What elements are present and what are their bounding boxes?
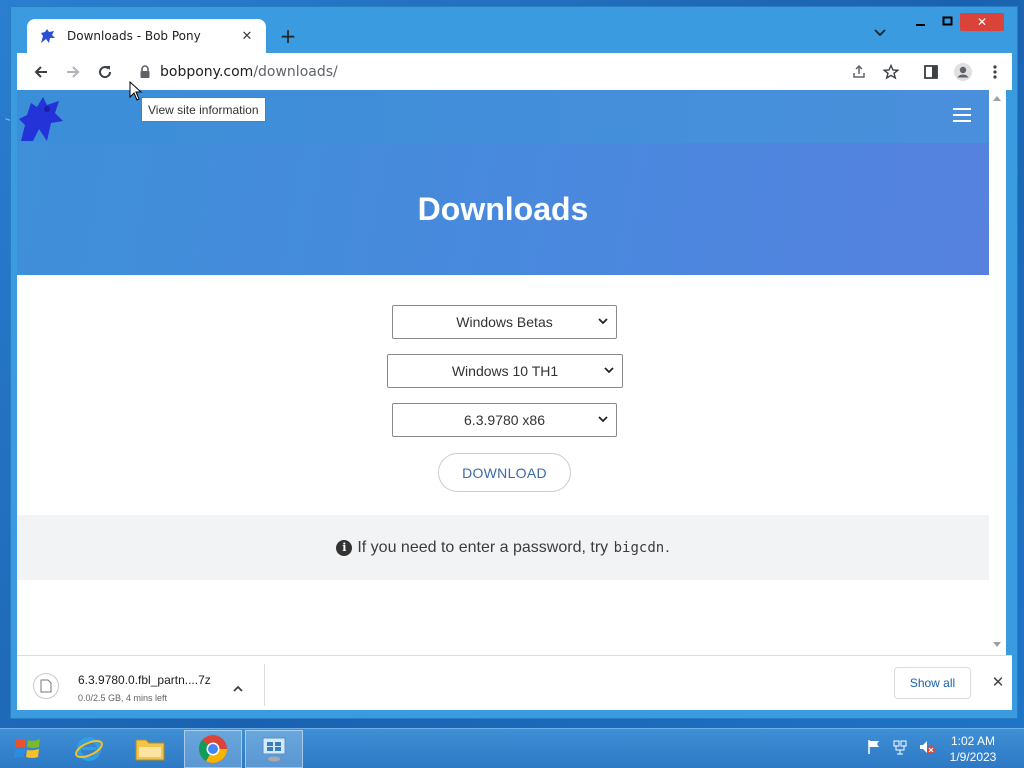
category-select[interactable]: Windows Betas [392, 305, 617, 339]
chevron-down-icon [598, 416, 608, 423]
network-icon[interactable] [892, 739, 908, 755]
scroll-up-arrow-icon[interactable] [993, 96, 1001, 101]
download-button[interactable]: DOWNLOAD [438, 453, 571, 492]
clock-date: 1/9/2023 [949, 750, 997, 764]
close-shelf-icon[interactable]: ✕ [990, 673, 1006, 691]
download-filename: 6.3.9780.0.fbl_partn....7z [78, 673, 211, 687]
version-select-value: Windows 10 TH1 [451, 363, 559, 379]
volume-muted-icon[interactable] [918, 739, 936, 755]
taskbar: 1:02 AM 1/9/2023 [0, 728, 1024, 768]
mouse-cursor-icon [129, 81, 143, 101]
title-bar: Downloads - Bob Pony ✕ + ✕ [11, 7, 1017, 53]
password-code: bigcdn [613, 539, 665, 556]
control-panel-icon [262, 737, 286, 762]
build-select-value: 6.3.9780 x86 [464, 412, 545, 428]
internet-explorer-taskbar[interactable] [60, 730, 118, 768]
info-icon: i [336, 539, 353, 556]
bob-pony-favicon-icon [39, 27, 57, 45]
profile-avatar-icon[interactable] [951, 60, 975, 84]
tab-title: Downloads - Bob Pony [67, 29, 201, 43]
download-item[interactable]: 6.3.9780.0.fbl_partn....7z 0.0/2.5 GB, 4… [25, 661, 255, 707]
hero-banner: Downloads [17, 143, 989, 275]
tab-downloads[interactable]: Downloads - Bob Pony ✕ [27, 19, 266, 53]
build-select[interactable]: 6.3.9780 x86 [392, 403, 617, 437]
url-text: bobpony.com/downloads/ [160, 64, 338, 80]
chevron-down-icon [604, 367, 614, 374]
page-scrollbar[interactable] [989, 90, 1006, 655]
download-status: 0.0/2.5 GB, 4 mins left [78, 693, 168, 703]
chrome-icon [198, 735, 227, 763]
share-icon[interactable] [847, 60, 871, 84]
note-text: If you need to enter a password, try [357, 538, 609, 556]
menu-kebab-icon[interactable] [983, 60, 1007, 84]
hamburger-menu-icon[interactable] [953, 108, 971, 122]
start-button[interactable] [2, 730, 54, 768]
back-arrow-icon[interactable] [29, 60, 53, 84]
windows-logo-icon [14, 739, 40, 758]
file-icon [33, 673, 59, 699]
bob-pony-logo[interactable] [17, 93, 67, 143]
control-panel-taskbar[interactable] [245, 730, 303, 768]
maximize-button[interactable] [937, 13, 959, 31]
show-all-button[interactable]: Show all [894, 667, 971, 699]
scroll-down-arrow-icon[interactable] [993, 642, 1001, 647]
chevron-down-icon [598, 318, 608, 325]
shelf-divider [264, 664, 265, 706]
tab-search-chevron-icon[interactable] [873, 27, 893, 45]
clock[interactable]: 1:02 AM 1/9/2023 [940, 733, 1006, 765]
note-suffix: . [665, 538, 670, 556]
internet-explorer-icon [75, 737, 103, 761]
address-bar[interactable]: bobpony.com/downloads/ [132, 58, 782, 86]
chrome-taskbar[interactable] [184, 730, 242, 768]
new-tab-button[interactable]: + [277, 24, 299, 48]
minimize-button[interactable] [910, 13, 932, 31]
forward-arrow-icon[interactable] [61, 60, 85, 84]
tab-close-icon[interactable]: ✕ [238, 27, 256, 45]
category-select-value: Windows Betas [456, 314, 553, 330]
browser-toolbar: bobpony.com/downloads/ [17, 53, 1012, 90]
page-title: Downloads [417, 190, 589, 227]
folder-icon [135, 739, 165, 761]
system-tray [866, 739, 936, 755]
password-note: i If you need to enter a password, try b… [17, 515, 989, 580]
side-panel-icon[interactable] [919, 60, 943, 84]
site-info-tooltip: View site information [141, 97, 266, 122]
bookmark-star-icon[interactable] [879, 60, 903, 84]
close-window-button[interactable]: ✕ [960, 13, 1004, 31]
chevron-up-icon[interactable] [231, 681, 245, 695]
file-explorer-taskbar[interactable] [121, 730, 179, 768]
action-center-flag-icon[interactable] [866, 739, 882, 755]
download-shelf: 6.3.9780.0.fbl_partn....7z 0.0/2.5 GB, 4… [17, 655, 1012, 710]
version-select[interactable]: Windows 10 TH1 [387, 354, 623, 388]
clock-time: 1:02 AM [950, 734, 996, 748]
page-viewport: Downloads Windows Betas Windows 10 TH1 6… [17, 90, 989, 655]
reload-icon[interactable] [93, 60, 117, 84]
